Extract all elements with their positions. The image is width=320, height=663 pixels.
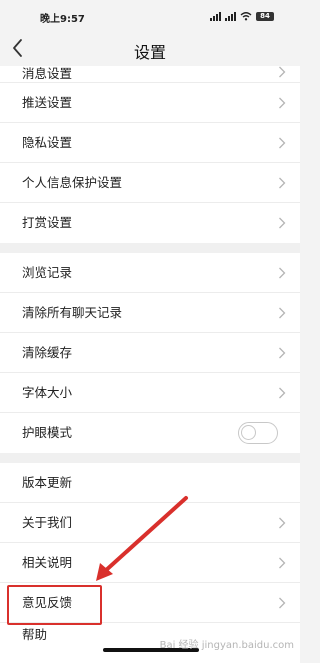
annotation-arrow-icon	[96, 496, 188, 581]
watermark: Bai 经验 jingyan.baidu.com	[159, 640, 294, 651]
